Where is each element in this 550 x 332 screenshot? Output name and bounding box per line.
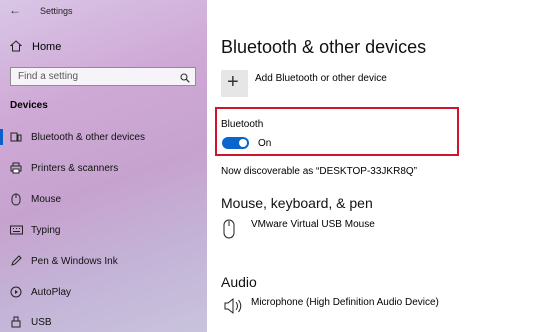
devices-section-title: Devices	[10, 100, 48, 111]
sidebar-item-typing[interactable]: Typing	[0, 220, 207, 240]
bluetooth-toggle[interactable]	[222, 137, 249, 149]
speaker-icon	[223, 297, 245, 320]
search-placeholder: Find a setting	[18, 71, 79, 82]
title-bar: ← Settings	[0, 0, 207, 22]
main-content: Bluetooth & other devices + Add Bluetoot…	[207, 0, 550, 332]
pen-icon	[9, 255, 23, 267]
back-arrow-icon[interactable]: ←	[9, 3, 21, 17]
device-microphone[interactable]: Microphone (High Definition Audio Device…	[251, 297, 439, 308]
sidebar-item-printers[interactable]: Printers & scanners	[0, 158, 207, 178]
page-title: Bluetooth & other devices	[221, 37, 427, 57]
sidebar-item-autoplay[interactable]: AutoPlay	[0, 282, 207, 302]
sidebar-item-label: AutoPlay	[31, 286, 72, 298]
section-title-mouse-keyboard: Mouse, keyboard, & pen	[221, 195, 373, 211]
home-label: Home	[32, 41, 62, 53]
sidebar-item-label: USB	[31, 316, 52, 328]
window-title: Settings	[40, 6, 73, 16]
search-icon[interactable]	[180, 70, 190, 83]
home-nav[interactable]: Home	[9, 38, 62, 56]
bluetooth-label: Bluetooth	[221, 119, 264, 130]
printer-icon	[9, 162, 23, 174]
mouse-icon	[9, 193, 23, 206]
sidebar: ← Settings Home Find a setting Devices B…	[0, 0, 207, 332]
autoplay-icon	[9, 286, 23, 298]
add-device-label[interactable]: Add Bluetooth or other device	[255, 73, 387, 84]
device-mouse[interactable]: VMware Virtual USB Mouse	[251, 219, 375, 230]
bluetooth-devices-icon	[9, 131, 23, 143]
search-input[interactable]: Find a setting	[10, 67, 196, 86]
mouse-device-icon	[223, 219, 235, 244]
sidebar-item-label: Printers & scanners	[31, 162, 119, 174]
bluetooth-highlight-box	[215, 107, 459, 156]
discoverable-text: Now discoverable as “DESKTOP-33JKR8Q”	[221, 166, 417, 177]
plus-icon: +	[227, 71, 239, 93]
toggle-knob	[239, 139, 247, 147]
section-title-audio: Audio	[221, 274, 257, 290]
sidebar-item-bluetooth[interactable]: Bluetooth & other devices	[0, 127, 207, 147]
sidebar-item-label: Bluetooth & other devices	[31, 131, 145, 143]
sidebar-item-mouse[interactable]: Mouse	[0, 189, 207, 209]
sidebar-item-pen[interactable]: Pen & Windows Ink	[0, 251, 207, 271]
usb-icon	[9, 316, 23, 328]
home-icon	[9, 39, 26, 55]
sidebar-item-label: Typing	[31, 224, 61, 236]
sidebar-item-label: Pen & Windows Ink	[31, 255, 118, 267]
bluetooth-state: On	[258, 138, 272, 149]
add-device-button[interactable]: +	[221, 70, 248, 97]
sidebar-item-usb[interactable]: USB	[0, 312, 207, 332]
sidebar-item-label: Mouse	[31, 193, 62, 205]
keyboard-icon	[9, 225, 23, 235]
